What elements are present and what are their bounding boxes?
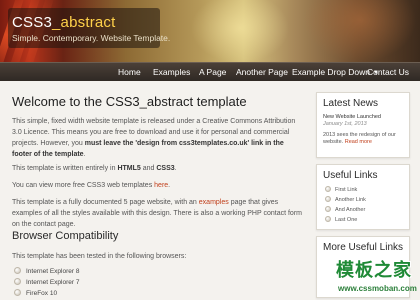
browser-name: Internet Explorer 7 [26, 279, 80, 286]
nav-item-home[interactable]: Home [118, 63, 141, 81]
browser-compat-heading: Browser Compatibility [12, 230, 119, 242]
logo-main-text: CSS3 [12, 14, 52, 31]
page-title: Welcome to the CSS3_abstract template [12, 94, 247, 109]
browser-name: Internet Explorer 8 [26, 268, 80, 275]
news-text-end: website. [323, 139, 344, 145]
nav-item-another-page[interactable]: Another Page [236, 63, 288, 81]
latest-news-box: Latest News New Website Launched January… [316, 92, 410, 158]
site-logo[interactable]: CSS3_abstract [12, 14, 116, 31]
useful-links-title: Useful Links [323, 170, 378, 181]
bullet-icon [14, 278, 21, 285]
intro-paragraph: This simple, fixed width website templat… [12, 116, 302, 160]
logo-accent-text: _abstract [52, 14, 116, 31]
list-item: FireFox 10 [14, 289, 57, 299]
sidebar-link-last[interactable]: Last One [325, 216, 357, 223]
sidebar-link-label: Last One [335, 217, 358, 223]
bullet-icon [325, 196, 331, 202]
watermark-url: www.cssmoban.com [338, 284, 417, 293]
more-templates-paragraph: You can view more free CSS3 web template… [12, 180, 302, 191]
technology-paragraph: This template is written entirely in HTM… [12, 163, 302, 174]
nav-dropdown-label: Example Drop Down [292, 67, 370, 77]
here-link[interactable]: here [154, 182, 168, 189]
nav-item-example-drop-down[interactable]: Example Drop Down ▼ [292, 63, 379, 81]
tech-css3: CSS3 [156, 165, 175, 172]
more-text: You can view more free CSS3 web template… [12, 182, 155, 189]
nav-item-contact-us[interactable]: Contact Us [367, 63, 409, 81]
bullet-icon [14, 289, 21, 296]
more-useful-links-title: More Useful Links [323, 242, 404, 253]
news-text-2: website. Read more [323, 139, 372, 146]
sidebar-link-first[interactable]: First Link [325, 186, 357, 193]
intro-end: . [83, 151, 86, 158]
sidebar-link-and-another[interactable]: And Another [325, 206, 365, 213]
main-nav: Home Examples A Page Another Page Exampl… [0, 62, 420, 81]
watermark-logo: 模板之家 [336, 260, 412, 281]
header-banner: CSS3_abstract Simple. Contemporary. Webs… [0, 0, 420, 62]
news-date: January 1st, 2013 [323, 121, 367, 127]
list-item: Internet Explorer 7 [14, 278, 79, 288]
documentation-paragraph: This template is a fully documented 5 pa… [12, 197, 302, 230]
tech-text: This template is written entirely in [12, 165, 118, 172]
useful-links-box: Useful Links First Link Another Link And… [316, 164, 410, 230]
read-more-link[interactable]: Read more [345, 139, 372, 145]
sidebar-link-label: Another Link [335, 197, 366, 203]
news-headline: New Website Launched [323, 114, 381, 120]
doc-text: This template is a fully documented 5 pa… [12, 199, 199, 206]
tech-and: and [140, 165, 157, 172]
nav-item-examples[interactable]: Examples [153, 63, 190, 81]
tech-html5: HTML5 [117, 165, 141, 172]
tech-end: . [174, 165, 177, 172]
bullet-icon [325, 216, 331, 222]
sidebar-link-label: First Link [335, 187, 358, 193]
bullet-icon [14, 267, 21, 274]
more-end: . [168, 182, 171, 189]
sidebar-link-label: And Another [335, 207, 366, 213]
sidebar-link-another[interactable]: Another Link [325, 196, 366, 203]
news-text: 2013 sees the redesign of our [323, 132, 396, 138]
bullet-icon [325, 206, 331, 212]
watermark: 模板之家 www.cssmoban.com [332, 256, 418, 298]
latest-news-title: Latest News [323, 98, 379, 109]
examples-link[interactable]: examples [199, 199, 229, 206]
compat-intro: This template has been tested in the fol… [12, 253, 187, 260]
site-tagline: Simple. Contemporary. Website Template. [12, 33, 171, 43]
list-item: Internet Explorer 8 [14, 267, 79, 277]
nav-item-a-page[interactable]: A Page [199, 63, 226, 81]
bullet-icon [325, 186, 331, 192]
browser-name: FireFox 10 [26, 290, 58, 297]
